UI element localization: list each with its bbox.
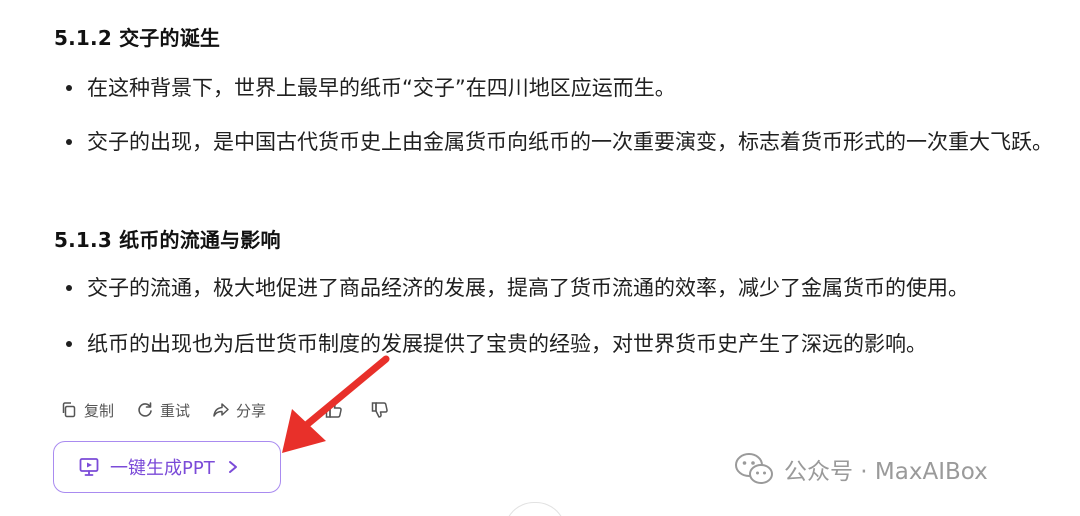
bullet-dot xyxy=(66,85,72,91)
list-item-text: 纸币的出现也为后世货币制度的发展提供了宝贵的经验，对世界货币史产生了深远的影响。 xyxy=(87,332,927,356)
copy-icon xyxy=(62,402,76,418)
bullet-dot xyxy=(66,139,72,145)
scroll-to-bottom-button[interactable] xyxy=(504,502,566,516)
section-heading: 5.1.2 交子的诞生 xyxy=(54,26,221,50)
list-item: 交子的出现，是中国古代货币史上由金属货币向纸币的一次重要演变，标志着货币形式的一… xyxy=(66,124,1056,161)
wechat-icon xyxy=(735,453,773,484)
bullet-dot xyxy=(66,341,72,347)
presentation-icon xyxy=(79,458,99,476)
list-item: 纸币的出现也为后世货币制度的发展提供了宝贵的经验，对世界货币史产生了深远的影响。 xyxy=(66,326,1056,363)
section-heading: 5.1.3 纸币的流通与影响 xyxy=(54,228,281,252)
watermark: 公众号 · MaxAIBox xyxy=(734,452,988,486)
generate-ppt-label: 一键生成PPT xyxy=(110,458,215,479)
chevron-right-icon xyxy=(228,461,237,473)
list-item: 在这种背景下，世界上最早的纸币“交子”在四川地区应运而生。 xyxy=(66,70,1056,107)
chat-answer-panel: 5.1.2 交子的诞生 在这种背景下，世界上最早的纸币“交子”在四川地区应运而生… xyxy=(0,0,1080,516)
copy-button[interactable]: 复制 xyxy=(60,400,114,421)
retry-label: 重试 xyxy=(160,401,191,420)
generate-ppt-button[interactable]: 一键生成PPT xyxy=(53,441,281,493)
share-button[interactable]: 分享 xyxy=(212,400,266,421)
share-icon xyxy=(213,403,229,417)
list-item-text: 交子的出现，是中国古代货币史上由金属货币向纸币的一次重要演变，标志着货币形式的一… xyxy=(87,130,1053,154)
list-item: 交子的流通，极大地促进了商品经济的发展，提高了货币流通的效率，减少了金属货币的使… xyxy=(66,270,1056,307)
list-item-text: 在这种背景下，世界上最早的纸币“交子”在四川地区应运而生。 xyxy=(87,76,676,100)
bullet-dot xyxy=(66,285,72,291)
share-label: 分享 xyxy=(236,401,267,420)
annotation-arrow xyxy=(282,355,390,453)
watermark-text: 公众号 · MaxAIBox xyxy=(784,459,988,485)
retry-button[interactable]: 重试 xyxy=(136,400,190,421)
refresh-icon xyxy=(138,402,152,417)
copy-label: 复制 xyxy=(84,401,115,420)
list-item-text: 交子的流通，极大地促进了商品经济的发展，提高了货币流通的效率，减少了金属货币的使… xyxy=(87,276,969,300)
